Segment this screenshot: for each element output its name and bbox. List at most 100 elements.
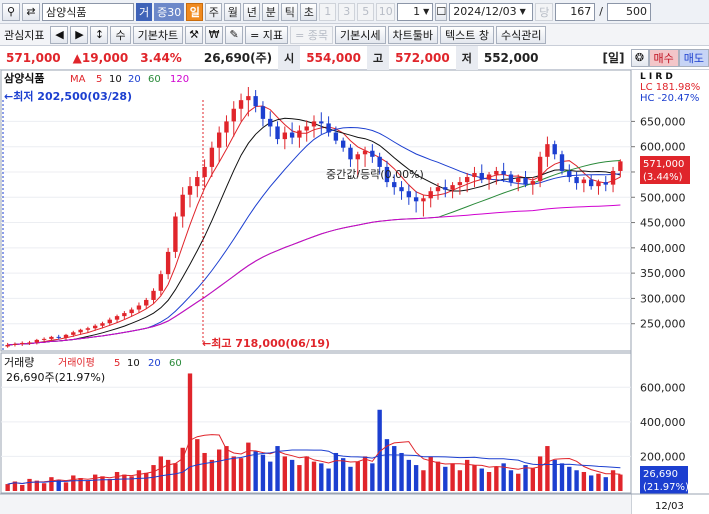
ma-10: 10 <box>109 74 122 85</box>
low-marker: ←최저 202,500(03/28) <box>4 89 132 103</box>
date-value: 2024/12/03 <box>453 5 517 18</box>
volume-last: 26,690주(21.97%) <box>6 371 105 384</box>
volume-bar <box>173 463 178 491</box>
period-month[interactable]: 월 <box>224 2 242 21</box>
candle-body <box>362 150 368 155</box>
total-field[interactable]: 500 <box>606 2 651 21</box>
indicator-button[interactable]: = 지표 <box>245 25 289 44</box>
volume-bar <box>231 456 236 491</box>
volume-bar <box>71 475 76 491</box>
period-week[interactable]: 주 <box>205 2 223 21</box>
text-window-button[interactable]: 텍스트 창 <box>440 25 494 44</box>
candle-body <box>12 343 18 345</box>
volume-bar <box>530 468 536 491</box>
settings-icon[interactable]: ✎ <box>225 25 244 44</box>
su-button[interactable]: 수 <box>110 25 131 44</box>
interval-1[interactable]: 1 <box>319 2 337 21</box>
chart-toolbar-button[interactable]: 차트툴바 <box>387 25 438 44</box>
sell-button[interactable]: 매도 <box>678 48 709 67</box>
volume-bar <box>362 456 368 491</box>
volume-bar <box>559 463 565 491</box>
candle-body <box>588 179 594 187</box>
candle-body <box>508 174 514 183</box>
prev-arrow-icon[interactable]: ◀ <box>50 25 69 44</box>
interval-select[interactable]: 1 ▼ <box>397 2 434 21</box>
candle-body <box>567 170 572 178</box>
candle-body <box>49 336 54 339</box>
count-field[interactable]: 167 <box>555 2 596 21</box>
stock-item-button[interactable]: = 종목 <box>290 25 334 44</box>
candle-body <box>92 325 98 329</box>
volume-bar <box>333 452 339 491</box>
interval-5[interactable]: 5 <box>357 2 375 21</box>
basic-chart-button[interactable]: 기본차트 <box>132 25 184 44</box>
date-field[interactable]: 2024/12/03 ▼ <box>449 2 534 21</box>
current-price-tag-pct: (3.44%) <box>643 172 683 183</box>
candle-body <box>457 182 463 186</box>
period-year[interactable]: 년 <box>243 2 261 21</box>
period-tick[interactable]: 틱 <box>281 2 299 21</box>
scroll-icon[interactable]: ↕ <box>90 25 109 44</box>
volume-bar <box>494 466 499 491</box>
volume-bar <box>107 478 112 491</box>
candle-body <box>187 186 193 195</box>
candle-body <box>319 121 324 124</box>
candle-body <box>537 156 543 182</box>
stock-name-field[interactable]: 삼양식품 <box>42 2 134 21</box>
volume-bar <box>85 480 91 491</box>
interval-10[interactable]: 10 <box>376 2 396 21</box>
candle-body <box>63 334 69 338</box>
candle-body <box>486 174 492 180</box>
volume-bar <box>545 446 550 491</box>
stock-search-icon[interactable]: ⚲ <box>2 2 20 21</box>
candle-body <box>129 309 134 314</box>
basic-quote-button[interactable]: 기본시세 <box>335 25 386 44</box>
volume-bar <box>27 478 32 491</box>
candle-body <box>501 170 506 175</box>
candle-body <box>311 121 317 127</box>
tool-icon[interactable]: ⚒ <box>185 25 204 44</box>
quote-bar: 571,000 ▲19,000 3.44% 26,690(주) 시 554,00… <box>0 45 709 70</box>
refresh-icon[interactable]: ⇄ <box>22 2 40 21</box>
candle-body <box>399 187 404 192</box>
candle-body <box>596 182 601 187</box>
formula-button[interactable]: 수식관리 <box>495 25 547 44</box>
calendar-check-icon[interactable]: ☐ <box>435 2 448 21</box>
volume-bar <box>355 461 360 491</box>
volume-bar <box>370 463 375 491</box>
volume-bar <box>63 482 69 491</box>
volume-bar <box>567 466 572 491</box>
tab-geo[interactable]: 거 <box>136 2 153 21</box>
current-price-tag-value: 571,000 <box>643 159 684 170</box>
candle-body <box>180 194 185 217</box>
volume-bar <box>421 470 426 491</box>
date-dropdown-icon[interactable]: ▼ <box>520 7 526 16</box>
interval-3[interactable]: 3 <box>338 2 356 21</box>
vol-ma-60: 60 <box>169 358 182 369</box>
volume-bar <box>537 456 543 491</box>
volume-bar <box>311 461 317 491</box>
candle-body <box>494 170 499 175</box>
stock-chart[interactable]: 650,000600,000550,000500,000450,000400,0… <box>0 70 709 514</box>
volume-bar <box>406 459 412 491</box>
period-day[interactable]: 일 <box>186 2 204 21</box>
tab-jeung[interactable]: 증30 <box>154 2 185 21</box>
volume-bar <box>457 470 463 491</box>
won-icon[interactable]: ₩ <box>205 25 224 44</box>
buy-button[interactable]: 매수 <box>648 48 679 67</box>
volume-tick-label: 400,000 <box>640 416 686 429</box>
period-minute[interactable]: 분 <box>262 2 280 21</box>
candle-body <box>282 132 288 140</box>
watch-indicator-button[interactable]: 관심지표 <box>0 26 48 44</box>
next-arrow-icon[interactable]: ▶ <box>70 25 89 44</box>
candle-body <box>377 156 382 167</box>
ma-label: MA <box>70 74 86 85</box>
dang-button[interactable]: 당 <box>535 2 554 21</box>
candle-body <box>5 344 10 347</box>
gear-icon[interactable]: ❂ <box>630 48 649 67</box>
candle-body <box>224 121 229 133</box>
volume-tick-label: 600,000 <box>640 381 686 394</box>
volume-bar <box>275 446 280 491</box>
lc-value: LC 181.98% <box>640 82 700 93</box>
period-second[interactable]: 초 <box>300 2 318 21</box>
